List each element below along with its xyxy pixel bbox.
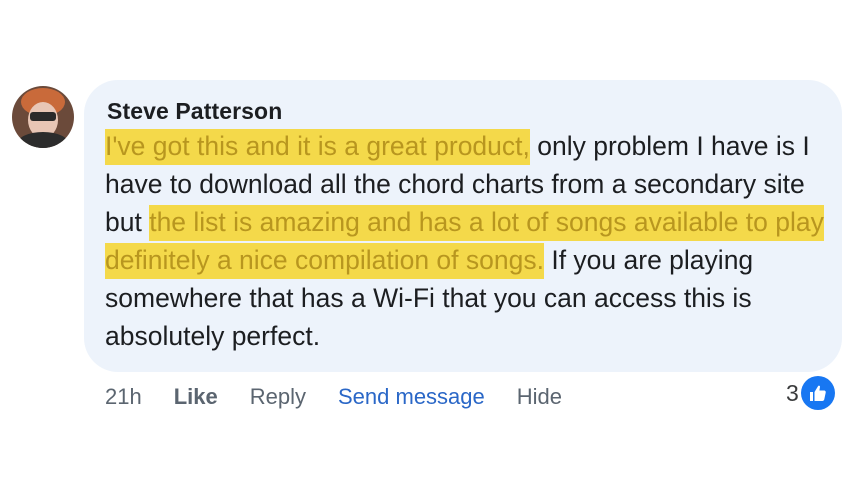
send-message-button[interactable]: Send message [338, 384, 485, 410]
like-icon [800, 376, 835, 410]
like-button[interactable]: Like [174, 384, 218, 410]
comment-text: I've got this and it is a great product,… [105, 127, 825, 355]
hide-button[interactable]: Hide [517, 384, 562, 410]
comment-actions: 21h Like Reply Send message Hide [105, 380, 845, 414]
comment-author[interactable]: Steve Patterson [107, 98, 282, 125]
reaction-summary[interactable]: 3 [786, 376, 835, 410]
reaction-count: 3 [786, 379, 799, 406]
timestamp[interactable]: 21h [105, 384, 142, 410]
avatar[interactable] [12, 86, 74, 148]
reply-button[interactable]: Reply [250, 384, 306, 410]
highlighted-text: I've got this and it is a great product, [105, 129, 530, 165]
